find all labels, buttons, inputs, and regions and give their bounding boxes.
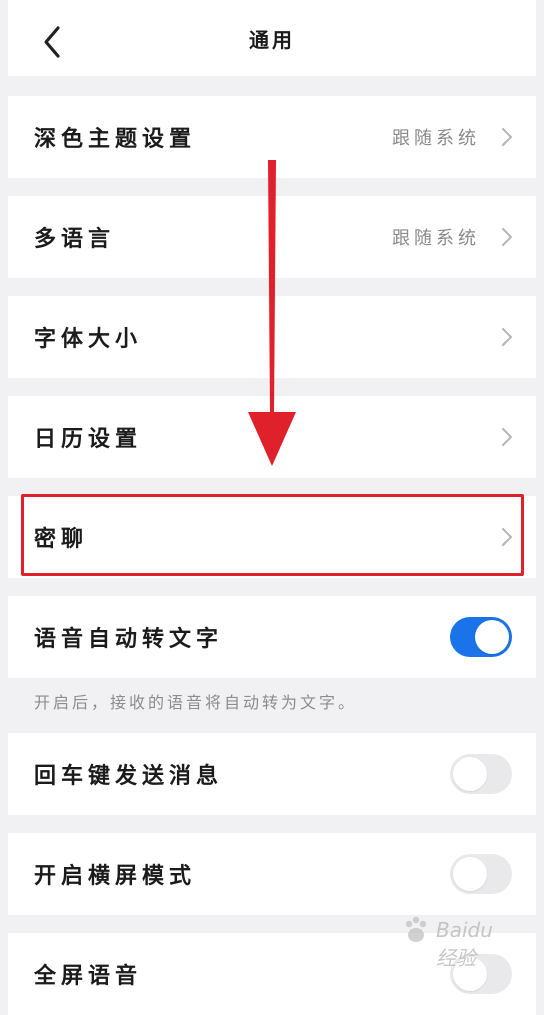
row-value: 跟随系统 [392, 128, 480, 149]
row-label: 密聊 [34, 527, 89, 552]
row-dark-theme[interactable]: 深色主题设置 跟随系统 [8, 96, 536, 178]
toggle-knob [453, 857, 487, 891]
voice-to-text-toggle[interactable] [450, 617, 512, 657]
row-landscape-mode: 开启横屏模式 [8, 833, 536, 915]
row-label: 日历设置 [34, 427, 143, 452]
row-voice-to-text: 语音自动转文字 [8, 596, 536, 678]
row-label: 字体大小 [34, 327, 143, 352]
toggle-knob [453, 957, 487, 991]
enter-to-send-toggle[interactable] [450, 754, 512, 794]
row-label: 全屏语音 [34, 964, 143, 989]
header-bar: 通用 [8, 0, 536, 76]
row-fullscreen-voice: 全屏语音 [8, 933, 536, 1015]
row-label: 深色主题设置 [34, 127, 197, 152]
row-value: 跟随系统 [392, 228, 480, 249]
row-label: 开启横屏模式 [34, 864, 197, 889]
row-label: 多语言 [34, 227, 116, 252]
chevron-right-icon [502, 428, 512, 446]
chevron-right-icon [502, 328, 512, 346]
row-language[interactable]: 多语言 跟随系统 [8, 196, 536, 278]
chevron-right-icon [502, 128, 512, 146]
voice-to-text-hint: 开启后，接收的语音将自动转为文字。 [34, 693, 358, 712]
toggle-knob [453, 757, 487, 791]
row-calendar-settings[interactable]: 日历设置 [8, 396, 536, 478]
fullscreen-voice-toggle[interactable] [450, 954, 512, 994]
row-secret-chat[interactable]: 密聊 [8, 496, 536, 578]
page-title: 通用 [249, 28, 295, 52]
row-font-size[interactable]: 字体大小 [8, 296, 536, 378]
row-label: 语音自动转文字 [34, 627, 224, 652]
toggle-knob [475, 620, 509, 654]
chevron-right-icon [502, 528, 512, 546]
landscape-mode-toggle[interactable] [450, 854, 512, 894]
row-label: 回车键发送消息 [34, 764, 224, 789]
row-enter-to-send: 回车键发送消息 [8, 733, 536, 815]
chevron-right-icon [502, 228, 512, 246]
